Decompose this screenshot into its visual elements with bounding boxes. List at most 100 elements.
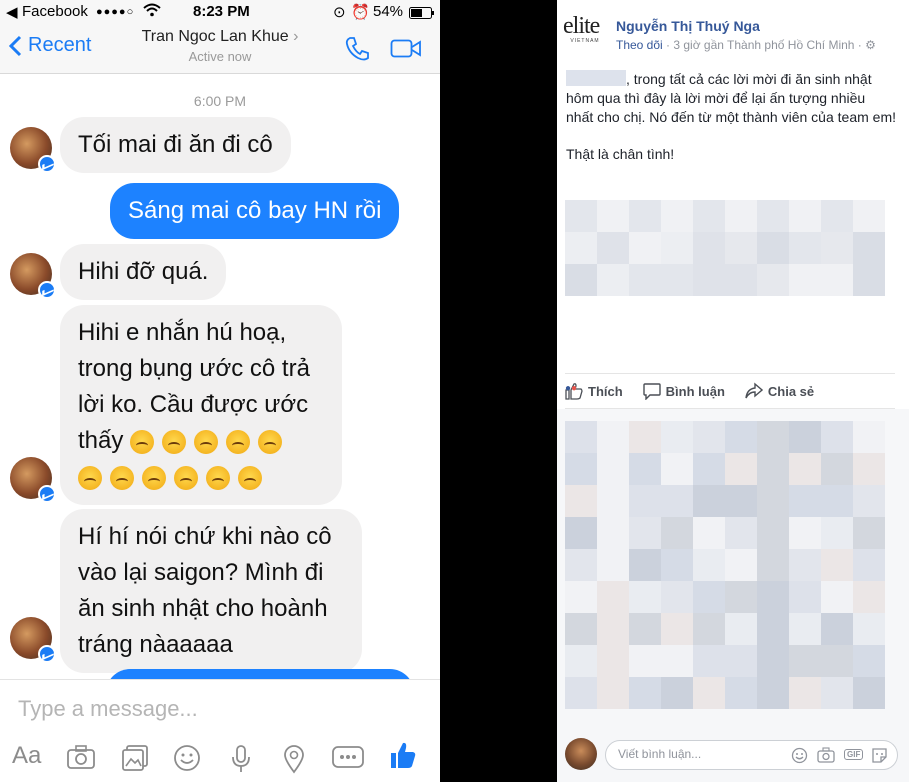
comment-button[interactable]: Bình luận	[642, 382, 725, 400]
mosaic-tile	[661, 264, 693, 296]
mosaic-tile	[821, 645, 853, 677]
mosaic-tile	[661, 485, 693, 517]
photo-attach-button[interactable]	[817, 747, 835, 768]
status-bar: ◀ Facebook ●●●●○ 8:23 PM ⊙ ⏰ 54%	[0, 0, 440, 24]
photo-gallery-button[interactable]	[121, 744, 149, 777]
mosaic-tile	[789, 581, 821, 613]
signal-icon: ●●●●○	[96, 6, 135, 18]
mosaic-tile	[821, 421, 853, 453]
mosaic-tile	[565, 645, 597, 677]
text-style-button[interactable]: Aa	[12, 742, 41, 770]
mosaic-tile	[789, 613, 821, 645]
clock: 8:23 PM	[193, 3, 250, 20]
privacy-globe-icon[interactable]: ⚙	[865, 38, 876, 52]
comment-input[interactable]	[618, 747, 778, 761]
mosaic-tile	[725, 645, 757, 677]
message-bubble-outgoing[interactable]: Sáng mai cô bay HN rồi	[110, 183, 400, 239]
mosaic-tile	[757, 581, 789, 613]
mosaic-tile	[629, 453, 661, 485]
mosaic-tile	[821, 485, 853, 517]
mosaic-tile	[693, 200, 725, 232]
mosaic-tile	[629, 485, 661, 517]
message-thread[interactable]: 6:00 PM Tối mai đi ăn đi cô Sáng mai cô …	[0, 75, 440, 679]
mosaic-tile	[565, 549, 597, 581]
message-bubble-incoming[interactable]: Hí hí nói chứ khi nào cô vào lại saigon?…	[60, 509, 362, 673]
sticker-button[interactable]	[871, 747, 888, 769]
back-to-app-icon[interactable]: ◀	[6, 3, 18, 21]
like-send-button[interactable]	[389, 740, 417, 775]
emoji-row	[130, 427, 290, 454]
contact-avatar[interactable]	[10, 617, 56, 663]
page-logo[interactable]: elite VIETNAM	[563, 14, 607, 48]
camera-button[interactable]	[66, 744, 96, 775]
message-line: tráng nàaaaaa	[78, 631, 233, 658]
mosaic-tile	[725, 232, 757, 264]
mosaic-tile	[725, 264, 757, 296]
mosaic-tile	[629, 549, 661, 581]
pixelated-comments	[565, 421, 885, 709]
mosaic-tile	[789, 645, 821, 677]
mosaic-tile	[597, 200, 629, 232]
location-button[interactable]	[283, 744, 305, 779]
contact-avatar[interactable]	[10, 127, 56, 173]
mosaic-tile	[661, 581, 693, 613]
message-bubble-outgoing-partial[interactable]	[106, 669, 414, 679]
mosaic-tile	[565, 517, 597, 549]
message-bubble-incoming[interactable]: Tối mai đi ăn đi cô	[60, 117, 291, 173]
mosaic-tile	[629, 232, 661, 264]
mosaic-tile	[565, 421, 597, 453]
mosaic-tile	[693, 485, 725, 517]
thumbs-up-icon	[391, 742, 416, 768]
comment-composer: GIF	[565, 738, 901, 774]
contact-avatar[interactable]	[10, 457, 56, 503]
message-bubble-incoming[interactable]: Hihi đỡ quá.	[60, 244, 227, 300]
video-call-button[interactable]	[390, 38, 422, 65]
messenger-badge-icon	[38, 281, 56, 299]
thread-timestamp: 6:00 PM	[193, 93, 247, 109]
message-text: Tối mai đi ăn đi cô	[78, 131, 273, 158]
upside-down-face-emoji-icon	[110, 465, 134, 490]
gif-button[interactable]: GIF	[844, 749, 864, 760]
mosaic-tile	[853, 645, 885, 677]
upside-down-face-emoji-icon	[258, 429, 283, 454]
mosaic-tile	[725, 613, 757, 645]
mosaic-tile	[693, 549, 725, 581]
mosaic-tile	[565, 581, 597, 613]
post-paragraph: Thật là chân tình!	[566, 146, 675, 162]
emoji-button[interactable]	[791, 747, 808, 769]
mosaic-tile	[757, 485, 789, 517]
mosaic-tile	[757, 232, 789, 264]
chevron-left-icon	[8, 35, 22, 56]
share-button[interactable]: Chia sẻ	[745, 382, 814, 400]
mosaic-tile	[853, 677, 885, 709]
post-body: , trong tất cả các lời mời đi ăn sinh nh…	[566, 70, 896, 182]
upside-down-face-emoji-icon	[162, 429, 187, 454]
mosaic-tile	[597, 549, 629, 581]
post-author[interactable]: Nguyễn Thị Thuý Nga	[616, 18, 760, 34]
mosaic-tile	[789, 200, 821, 232]
mosaic-tile	[757, 517, 789, 549]
pixelated-image[interactable]	[565, 200, 885, 296]
sticker-button[interactable]	[173, 744, 201, 777]
more-options-button[interactable]	[332, 746, 364, 773]
message-bubble-incoming[interactable]: Hihi e nhắn hú hoạ, trong bụng ước cô tr…	[60, 305, 342, 505]
comment-label: Bình luận	[665, 383, 725, 399]
contact-info[interactable]: Tran Ngoc Lan Khue › Active now	[120, 28, 320, 64]
contact-avatar[interactable]	[10, 253, 56, 299]
message-input[interactable]	[18, 696, 418, 722]
follow-link[interactable]: Theo dõi	[616, 38, 663, 52]
user-avatar[interactable]	[565, 738, 597, 770]
post-meta: Theo dõi · 3 giờ gần Thành phố Hồ Chí Mi…	[616, 38, 876, 52]
messenger-screen: ◀ Facebook ●●●●○ 8:23 PM ⊙ ⏰ 54% Recent …	[0, 0, 440, 782]
comment-box: GIF	[605, 740, 898, 770]
mosaic-tile	[853, 421, 885, 453]
post-actions: Thích Bình luận Chia sẻ	[565, 373, 895, 409]
mosaic-tile	[725, 517, 757, 549]
back-button[interactable]: Recent	[8, 34, 91, 57]
mosaic-tile	[789, 421, 821, 453]
message-line: lời ko. Cầu được ước	[78, 391, 309, 418]
voice-record-button[interactable]	[230, 744, 252, 779]
phone-call-button[interactable]	[344, 36, 370, 67]
mosaic-tile	[565, 485, 597, 517]
contact-name: Tran Ngoc Lan Khue	[141, 28, 289, 45]
